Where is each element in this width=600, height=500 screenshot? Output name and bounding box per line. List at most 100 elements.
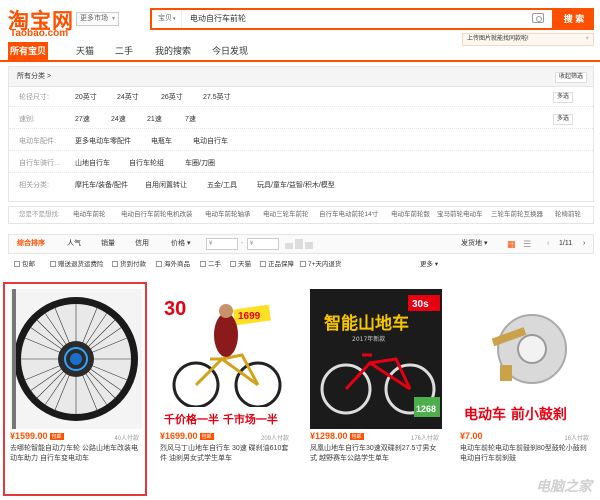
price-min-input[interactable]: ¥ xyxy=(206,238,238,250)
search-button[interactable]: 搜 索 xyxy=(554,8,594,30)
prev-page-icon[interactable]: ‹ xyxy=(547,235,549,253)
related-search-link[interactable]: 电动车前轮轴承 xyxy=(205,207,251,223)
filter-row-related: 相关分类: 摩托车/装备/配件 自用闲置转让 五金/工具 玩具/童车/益智/积木… xyxy=(9,176,593,195)
product-title[interactable]: 去哪轮智能自动力车轮 公路山地车改装电动车助力 自行车变电动车 xyxy=(10,444,142,464)
wheel-image xyxy=(10,289,142,429)
filter-value[interactable]: 山地自行车 xyxy=(75,154,110,173)
sort-popularity[interactable]: 人气 xyxy=(67,235,81,253)
filter-value[interactable]: 7速 xyxy=(185,110,196,129)
product-image[interactable]: 电动车 前小鼓刹 xyxy=(460,289,592,429)
free-shipping-badge: 包邮 xyxy=(199,433,214,440)
option-free-shipping[interactable]: 包邮 xyxy=(14,258,35,272)
option-return-insurance[interactable]: 赠送退货运费险 xyxy=(50,258,104,272)
promo-headline: 智能山地车 xyxy=(324,313,409,334)
sold-count: 176人付款 xyxy=(410,436,439,442)
product-image[interactable]: 30 1699 千价格一半 千市场一半 xyxy=(160,289,292,429)
filter-value[interactable]: 车圈/刀圈 xyxy=(185,154,215,173)
sold-count: 209人付款 xyxy=(260,436,289,442)
filter-value[interactable]: 27速 xyxy=(75,110,90,129)
option-tmall[interactable]: 天猫 xyxy=(230,258,251,272)
promo-price: 1268 xyxy=(416,404,436,414)
product-price: ¥1599.00 包邮 xyxy=(10,431,64,441)
filter-value[interactable]: 24英寸 xyxy=(117,88,139,107)
filter-value[interactable]: 21速 xyxy=(147,110,162,129)
price-max-input[interactable]: ¥ xyxy=(247,238,279,250)
product-image[interactable]: 30s 智能山地车 2017年新款 1268 xyxy=(310,289,442,429)
tab-my-search[interactable]: 我的搜索 xyxy=(150,42,196,60)
product-title[interactable]: 电动车前轮电动车前鼓刹80型鼓轮小鼓刹电动自行车前刹鼓 xyxy=(460,444,592,464)
checkbox[interactable] xyxy=(50,261,56,268)
drum-brake-image: 电动车 前小鼓刹 xyxy=(460,289,592,429)
filter-value[interactable]: 玩具/童车/益智/积木/模型 xyxy=(257,176,335,195)
related-search-link[interactable]: 宝马前轮电动车 xyxy=(437,207,483,223)
search-input[interactable]: 电动自行车前轮 xyxy=(190,10,530,28)
price-range-bar[interactable] xyxy=(295,239,303,249)
tab-today[interactable]: 今日发现 xyxy=(208,42,252,60)
filter-value[interactable]: 自行车轮组 xyxy=(129,154,164,173)
filter-value[interactable]: 电动自行车 xyxy=(193,132,228,151)
related-search-link[interactable]: 电动三轮车前轮 xyxy=(263,207,309,223)
tab-all[interactable]: 所有宝贝 xyxy=(8,42,48,60)
free-shipping-badge: 包邮 xyxy=(349,433,364,440)
related-search-link[interactable]: 轮椅前轮 xyxy=(555,207,581,223)
related-search-link[interactable]: 三轮车前轮互换器 xyxy=(491,207,543,223)
option-overseas[interactable]: 海外商品 xyxy=(156,258,190,272)
filter-row-cycling: 自行车骑行... 山地自行车 自行车轮组 车圈/刀圈 xyxy=(9,154,593,173)
checkbox[interactable] xyxy=(112,261,118,268)
filter-value[interactable]: 摩托车/装备/配件 xyxy=(75,176,128,195)
product-price: ¥7.00 xyxy=(460,431,483,441)
filter-value[interactable]: 27.5英寸 xyxy=(203,88,231,107)
product-card[interactable]: ¥1599.00 包邮 40人付款 去哪轮智能自动力车轮 公路山地车改装电动车助力… xyxy=(3,282,147,496)
checkbox[interactable] xyxy=(260,261,266,268)
checkbox[interactable] xyxy=(156,261,162,268)
sort-credit[interactable]: 信用 xyxy=(135,235,149,253)
option-secondhand[interactable]: 二手 xyxy=(200,258,221,272)
product-card[interactable]: 电动车 前小鼓刹 ¥7.00 16人付款 电动车前轮电动车前鼓刹80型鼓轮小鼓刹… xyxy=(455,284,595,494)
related-search-link[interactable]: 电动车前轮毂 xyxy=(391,207,430,223)
sort-sales[interactable]: 销量 xyxy=(101,235,115,253)
filter-value[interactable]: 20英寸 xyxy=(75,88,97,107)
checkbox[interactable] xyxy=(14,261,20,268)
checkbox[interactable] xyxy=(230,261,236,268)
multi-select-button[interactable]: 多选 xyxy=(552,114,573,125)
taobao-logo-sub[interactable]: Taobao.com xyxy=(10,28,68,39)
more-options-dropdown[interactable]: 更多 ▾ xyxy=(420,258,438,272)
filter-value[interactable]: 26英寸 xyxy=(161,88,183,107)
filter-value[interactable]: 五金/工具 xyxy=(207,176,237,195)
checkbox[interactable] xyxy=(200,261,206,268)
price-range-bar[interactable] xyxy=(305,242,313,249)
price-range-bar[interactable] xyxy=(285,243,293,249)
product-title[interactable]: 凤凰山地车自行车30速双碟刹27.5寸男女式 越野赛车公路学生单车 xyxy=(310,444,442,464)
all-categories[interactable]: 所有分类 > xyxy=(17,73,51,80)
filter-value[interactable]: 24速 xyxy=(111,110,126,129)
filter-value[interactable]: 更多电动车零配件 xyxy=(75,132,131,151)
related-search-link[interactable]: 电动自行车前轮电机改装 xyxy=(121,207,193,223)
product-image[interactable] xyxy=(10,289,142,429)
product-card[interactable]: 30 1699 千价格一半 千市场一半 ¥1699.00 包邮 209人付款 烈风… xyxy=(155,284,295,494)
filter-value[interactable]: 电瓶车 xyxy=(151,132,172,151)
collapse-filter-button[interactable]: 收起筛选 xyxy=(554,72,587,83)
grid-view-icon[interactable]: ▦ xyxy=(507,235,516,253)
multi-select-button[interactable]: 多选 xyxy=(552,92,573,103)
sort-price[interactable]: 价格 ▾ xyxy=(171,235,190,253)
tab-tmall[interactable]: 天猫 xyxy=(70,42,100,60)
related-search-link[interactable]: 电动车前轮 xyxy=(73,207,106,223)
option-7day-return[interactable]: 7+天内退货 xyxy=(300,258,341,272)
option-genuine[interactable]: 正品保障 xyxy=(260,258,294,272)
product-card[interactable]: 30s 智能山地车 2017年新款 1268 ¥1298.00 包邮 176人付款… xyxy=(305,284,445,494)
next-page-icon[interactable]: › xyxy=(583,235,585,253)
tab-secondhand[interactable]: 二手 xyxy=(112,42,136,60)
camera-icon[interactable] xyxy=(532,13,544,23)
market-dropdown[interactable]: 更多市场 ▾ xyxy=(76,12,119,26)
search-box[interactable]: 宝贝▾ 电动自行车前轮 xyxy=(150,8,554,30)
option-cod[interactable]: 货到付款 xyxy=(112,258,146,272)
ship-from-dropdown[interactable]: 发货地 ▾ xyxy=(461,235,487,253)
checkbox[interactable] xyxy=(300,261,306,268)
search-scope-select[interactable]: 宝贝▾ xyxy=(152,10,182,28)
related-search-link[interactable]: 自行车电动前轮14寸 xyxy=(319,207,378,223)
sort-default[interactable]: 综合排序 xyxy=(17,235,45,253)
promo-number: 30 xyxy=(164,298,186,320)
product-title[interactable]: 烈风马丁山地车自行车 30速 碟刹油610套件 油刹男女式学生单车 xyxy=(160,444,292,464)
list-view-icon[interactable]: ☰ xyxy=(523,235,531,253)
filter-value[interactable]: 自用闲置转让 xyxy=(145,176,187,195)
